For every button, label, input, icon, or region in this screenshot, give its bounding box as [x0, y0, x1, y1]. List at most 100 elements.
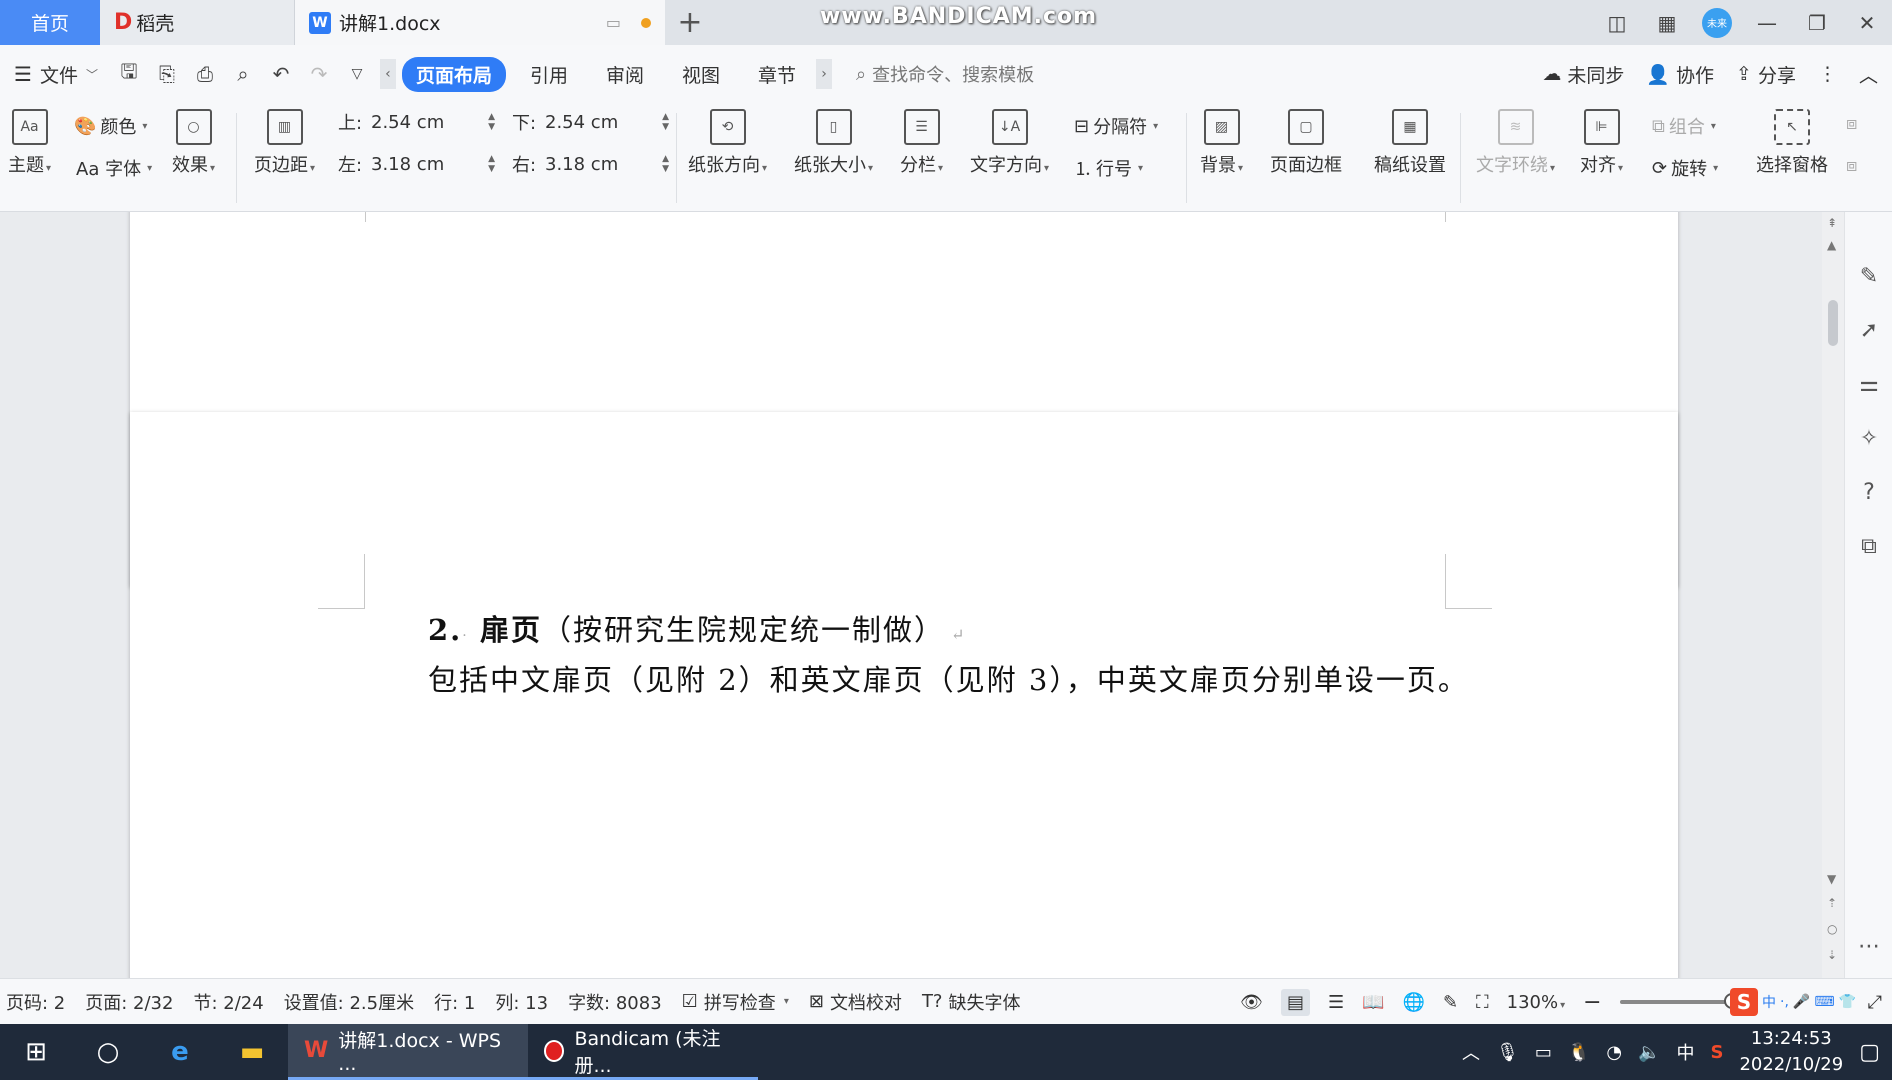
document-area[interactable]: 2.· 扉页（按研究生院规定统一制做） ↵ 包括中文扉页（见附 2）和英文扉页（见… — [0, 212, 1822, 978]
effect-button[interactable]: ○ 效果 ▾ — [172, 109, 215, 177]
eye-protection-icon[interactable]: 👁 — [1240, 992, 1263, 1013]
microphone-icon[interactable]: 🎙 — [1496, 1042, 1519, 1063]
margin-right-spinner[interactable]: 右: 3.18 cm ▲ ▼ — [512, 149, 676, 179]
font-button[interactable]: Aa 字体 ▾ — [76, 155, 152, 181]
group-button[interactable]: ⧉ 组合 ▾ — [1652, 113, 1716, 139]
columns-button[interactable]: ☰ 分栏 ▾ — [900, 109, 943, 177]
user-avatar[interactable]: 未来 — [1692, 0, 1742, 45]
spell-check-button[interactable]: ☑ 拼写检查 ▾ — [682, 989, 789, 1015]
print-icon[interactable]: ⎙ — [192, 61, 218, 87]
windows-start-icon[interactable]: ⊞ — [0, 1024, 72, 1080]
apps-grid-icon[interactable]: ▦ — [1642, 0, 1692, 45]
spinner-arrows-icon[interactable]: ▲ ▼ — [488, 112, 495, 132]
doc-proof-button[interactable]: ⊠ 文档校对 — [809, 989, 902, 1015]
battery-icon[interactable]: ▭ — [1535, 1042, 1552, 1063]
command-search[interactable]: ⌕ 查找命令、搜索模板 — [856, 61, 1034, 87]
margin-top-spinner[interactable]: 上: 2.54 cm ▲ ▼ — [338, 107, 502, 137]
save-icon[interactable]: 🖫 — [116, 59, 142, 87]
text-direction-button[interactable]: ↓A 文字方向 ▾ — [970, 109, 1049, 177]
paper-size-button[interactable]: ▯ 纸张大小 ▾ — [794, 109, 873, 177]
compass-icon[interactable]: ✧ — [1855, 424, 1883, 452]
zoom-level[interactable]: 130% ▾ — [1507, 992, 1566, 1013]
section-count[interactable]: 节: 2/24 — [193, 989, 263, 1015]
file-menu[interactable]: ☰ 文件 ﹀ — [0, 61, 108, 88]
web-view-icon[interactable]: 🌐 — [1403, 992, 1425, 1013]
spinner-arrows-icon[interactable]: ▲ ▼ — [662, 154, 669, 174]
clock[interactable]: 13:24:53 2022/10/29 — [1739, 1026, 1843, 1078]
margin-bottom-spinner[interactable]: 下: 2.54 cm ▲ ▼ — [512, 107, 676, 137]
zoom-slider[interactable] — [1619, 993, 1740, 1009]
ime-skin-icon[interactable]: 👕 — [1839, 994, 1856, 1010]
margin-left-spinner[interactable]: 左: 3.18 cm ▲ ▼ — [338, 149, 502, 179]
pointer-select-icon[interactable]: ➚ — [1855, 316, 1883, 344]
page-code[interactable]: 页码: 2 — [6, 989, 65, 1015]
tab-view[interactable]: 视图 — [668, 57, 734, 92]
tab-page-layout[interactable]: 页面布局 — [401, 56, 506, 92]
write-mode-icon[interactable]: ✎ — [1443, 992, 1458, 1013]
layout-icon[interactable]: ◫ — [1592, 0, 1642, 45]
page-2[interactable]: 2.· 扉页（按研究生院规定统一制做） ↵ 包括中文扉页（见附 2）和英文扉页（见… — [130, 412, 1678, 978]
tab-chapter[interactable]: 章节 — [744, 57, 810, 92]
bring-forward-icon[interactable]: ⧈ — [1846, 113, 1857, 134]
missing-font-button[interactable]: T? 缺失字体 — [922, 989, 1021, 1015]
edit-pen-icon[interactable]: ✎ — [1855, 262, 1883, 290]
setting-value[interactable]: 设置值: 2.5厘米 — [284, 989, 414, 1015]
share-button[interactable]: ⇪ 分享 — [1736, 61, 1796, 88]
rotate-button[interactable]: ⟳ 旋转 ▾ — [1652, 155, 1718, 181]
margin-right-value[interactable]: 3.18 cm — [545, 154, 618, 175]
taskbar-bandicam-app[interactable]: Bandicam (未注册... — [528, 1024, 758, 1080]
select-browse-object-icon[interactable]: ○ — [1827, 922, 1837, 936]
fullscreen-icon[interactable]: ⤢ — [1868, 992, 1882, 1013]
ime-mic-icon[interactable]: 🎤 — [1793, 994, 1810, 1010]
page-count[interactable]: 页面: 2/32 — [85, 989, 173, 1015]
fit-page-icon[interactable]: ⛶ — [1476, 992, 1489, 1013]
column-position[interactable]: 列: 13 — [495, 989, 548, 1015]
restore-button[interactable]: ❐ — [1792, 0, 1842, 45]
send-backward-icon[interactable]: ⧈ — [1846, 155, 1857, 176]
taskbar-wps-app[interactable]: W 讲解1.docx - WPS ... — [288, 1024, 528, 1080]
scroll-up-arrow-icon[interactable]: ▲ — [1827, 238, 1836, 252]
sogou-ime-icon[interactable]: S — [1730, 988, 1758, 1016]
minimize-button[interactable]: — — [1742, 0, 1792, 45]
doc-paragraph-body[interactable]: 包括中文扉页（见附 2）和英文扉页（见附 3），中英文扉页分别单设一页。 — [428, 657, 1469, 699]
spinner-arrows-icon[interactable]: ▲ ▼ — [488, 154, 495, 174]
text-wrap-button[interactable]: ≋ 文字环绕 ▾ — [1476, 109, 1555, 177]
scroll-down-arrow-icon[interactable]: ▼ — [1827, 872, 1836, 886]
tab-home[interactable]: 首页 — [0, 0, 100, 45]
draft-paper-button[interactable]: ▦ 稿纸设置 — [1374, 109, 1446, 177]
cortana-search-icon[interactable]: ○ — [72, 1024, 144, 1080]
menu-scroll-right-button[interactable]: › — [816, 59, 833, 89]
prev-page-icon[interactable]: ⇡ — [1827, 896, 1837, 910]
scroll-top-icon[interactable]: ⇞ — [1827, 216, 1837, 230]
next-page-icon[interactable]: ⇣ — [1827, 948, 1837, 962]
more-icon[interactable]: ⋯ — [1855, 932, 1883, 960]
wifi-icon[interactable]: ◔ — [1606, 1042, 1622, 1063]
margin-top-value[interactable]: 2.54 cm — [371, 112, 444, 133]
menu-scroll-left-button[interactable]: ‹ — [379, 59, 396, 89]
orientation-button[interactable]: ⟲ 纸张方向 ▾ — [688, 109, 767, 177]
undo-icon[interactable]: ↶ — [268, 61, 294, 87]
margins-button[interactable]: ▥ 页边距 ▾ — [254, 109, 315, 177]
help-icon[interactable]: ? — [1855, 478, 1883, 506]
margin-left-value[interactable]: 3.18 cm — [371, 154, 444, 175]
doc-paragraph-heading[interactable]: 2.· 扉页（按研究生院规定统一制做） ↵ — [428, 607, 966, 649]
theme-button[interactable]: Aa 主题 ▾ — [8, 109, 51, 177]
ime-keyboard-icon[interactable]: ⌨ — [1814, 994, 1834, 1010]
breaks-button[interactable]: ⊟ 分隔符 ▾ — [1074, 113, 1158, 139]
vertical-scrollbar[interactable]: ⇞ ▲ ▼ ⇡ ○ ⇣ — [1822, 212, 1844, 978]
ime-punct-icon[interactable]: ·, — [1780, 994, 1789, 1010]
qq-icon[interactable]: 🐧 — [1568, 1042, 1590, 1063]
monitor-icon[interactable]: ▭ — [606, 13, 621, 32]
file-explorer-icon[interactable]: ▬ — [216, 1024, 288, 1080]
page-view-icon[interactable]: ▤ — [1280, 988, 1310, 1016]
ime-lang-icon[interactable]: 中 — [1762, 992, 1776, 1012]
reading-view-icon[interactable]: 📖 — [1362, 992, 1384, 1013]
margin-bottom-value[interactable]: 2.54 cm — [545, 112, 618, 133]
scrollbar-thumb[interactable] — [1828, 300, 1838, 346]
new-tab-button[interactable]: + — [665, 0, 715, 45]
spinner-arrows-icon[interactable]: ▲ ▼ — [662, 112, 669, 132]
book-search-icon[interactable]: ⧉ — [1855, 532, 1883, 560]
volume-icon[interactable]: 🔈 — [1638, 1042, 1660, 1063]
ime-indicator[interactable]: 中 — [1676, 1039, 1694, 1065]
edge-browser-icon[interactable]: e — [144, 1024, 216, 1080]
